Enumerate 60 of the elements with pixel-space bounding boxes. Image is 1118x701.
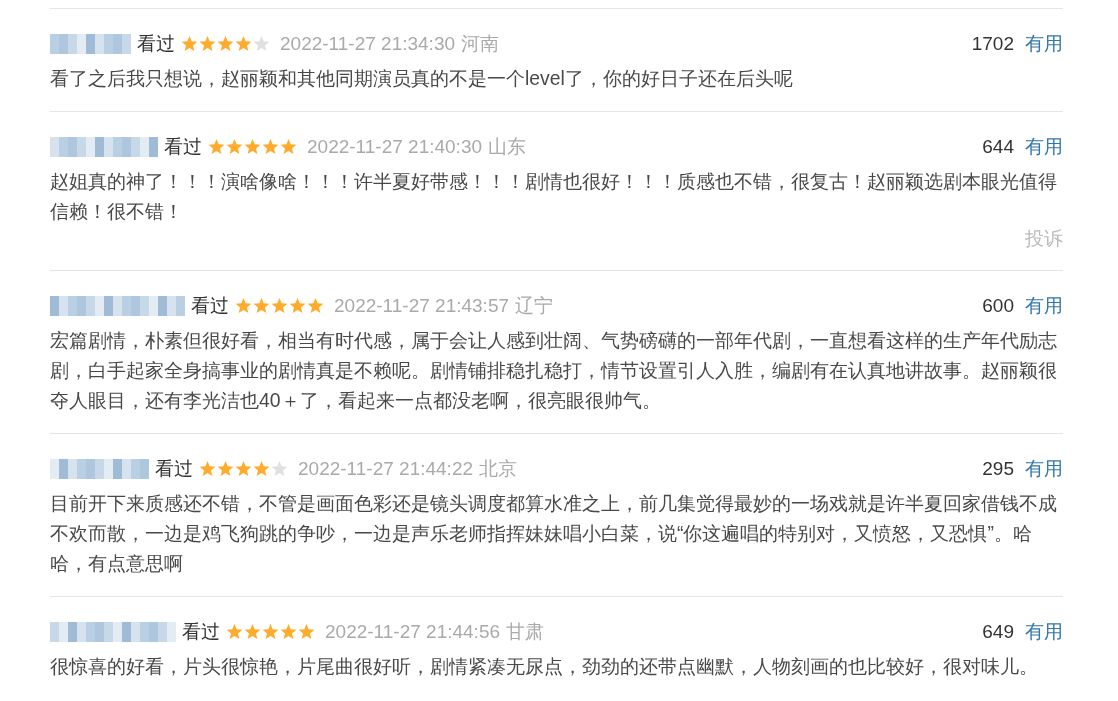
useful-link[interactable]: 有用: [1025, 619, 1063, 645]
vote-count: 644: [982, 136, 1014, 158]
vote-count: 1702: [971, 33, 1014, 55]
useful-link[interactable]: 有用: [1025, 293, 1063, 319]
review-location: 甘肃: [506, 620, 545, 644]
star-icon: [199, 36, 216, 52]
useful-link[interactable]: 有用: [1025, 456, 1063, 482]
review-time: 2022-11-27 21:34:30: [280, 33, 456, 55]
review-time: 2022-11-27 21:44:56: [325, 621, 501, 643]
star-icon: [235, 461, 252, 477]
review-text: 赵姐真的神了！！！演啥像啥！！！许半夏好带感！！！剧情也很好！！！质感也不错，很复古！赵丽颖选剧本眼光值得信赖！很不错！: [50, 169, 1058, 224]
vote-count: 295: [982, 458, 1014, 480]
review-time: 2022-11-27 21:43:57: [334, 295, 510, 317]
star-icon: [244, 139, 261, 155]
watch-status: 看过: [155, 457, 193, 481]
useful-link[interactable]: 有用: [1025, 31, 1063, 57]
star-icon: [199, 461, 216, 477]
review-location: 山东: [488, 135, 527, 159]
review-text: 目前开下来质感还不错，不管是画面色彩还是镜头调度都算水准之上，前几集觉得最妙的一场戏就是许半夏回家借钱不成不欢而散，一边是鸡飞狗跳的争吵，一边是声乐老师指挥妹妹唱小白菜，说“你这遍唱的特别对，又愤怒，又恐惧”。哈哈，有点意思啊: [50, 491, 1058, 576]
useful-link[interactable]: 有用: [1025, 134, 1063, 160]
star-icon: [271, 298, 288, 314]
vote-count: 649: [982, 621, 1014, 643]
review-location: 辽宁: [515, 294, 554, 318]
star-icon: [298, 624, 315, 640]
review-time: 2022-11-27 21:40:30: [307, 136, 483, 158]
star-icon: [253, 298, 270, 314]
blurred-username[interactable]: [50, 34, 131, 54]
blurred-username[interactable]: [50, 296, 185, 316]
star-icon: [217, 461, 234, 477]
star-icon: [262, 139, 279, 155]
blurred-username[interactable]: [50, 459, 149, 479]
star-icon: [280, 139, 297, 155]
star-icon: [289, 298, 306, 314]
watch-status: 看过: [164, 135, 202, 159]
review-location: 河南: [461, 32, 500, 56]
blurred-username[interactable]: [50, 622, 176, 642]
star-icon: [253, 36, 270, 52]
star-icon: [307, 298, 324, 314]
review-text: 看了之后我只想说，赵丽颖和其他同期演员真的不是一个level了，你的好日子还在后头呢: [50, 66, 794, 91]
star-icon: [226, 139, 243, 155]
watch-status: 看过: [137, 32, 175, 56]
star-icon: [235, 298, 252, 314]
blurred-username[interactable]: [50, 137, 158, 157]
star-icon: [262, 624, 279, 640]
vote-count: 600: [982, 295, 1014, 317]
star-icon: [271, 461, 288, 477]
star-icon: [235, 36, 252, 52]
star-icon: [280, 624, 297, 640]
review-text: 宏篇剧情，朴素但很好看，相当有时代感，属于会让人感到壮阔、气势磅礴的一部年代剧，一直想看这样的生产年代励志剧，白手起家全身搞事业的剧情真是不赖呢。剧情铺排稳扎稳打，情节设置引人入胜，编剧有在认真地讲故事。赵丽颖很夺人眼目，还有李光洁也40＋了，看起来一点都没老啊，很亮眼很帅气。: [50, 328, 1058, 413]
watch-status: 看过: [191, 294, 229, 318]
star-icon: [253, 461, 270, 477]
star-icon: [208, 139, 225, 155]
star-icon: [226, 624, 243, 640]
star-icon: [217, 36, 234, 52]
watch-status: 看过: [182, 620, 220, 644]
star-icon: [181, 36, 198, 52]
review-time: 2022-11-27 21:44:22: [298, 458, 474, 480]
star-icon: [244, 624, 261, 640]
review-location: 北京: [479, 457, 518, 481]
review-text: 很惊喜的好看，片头很惊艳，片尾曲很好听，剧情紧凑无尿点，劲劲的还带点幽默，人物刻画的也比较好，很对味儿。: [50, 654, 1039, 679]
